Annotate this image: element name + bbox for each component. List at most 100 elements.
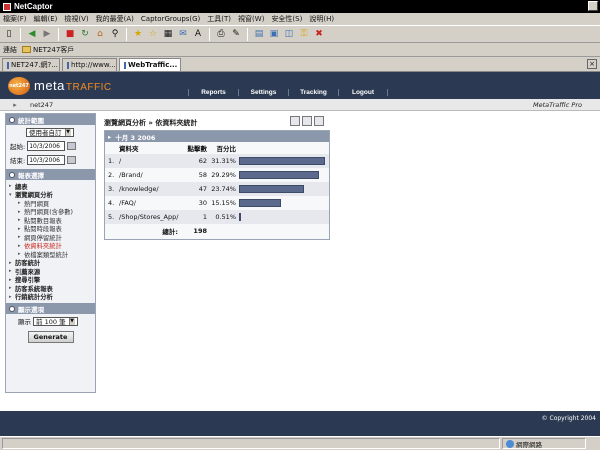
tab-net247[interactable]: NET247.網?... [2,58,60,71]
nav-reports[interactable]: Reports [188,89,238,96]
site-logo: metaTRAFFIC [34,78,112,93]
links-folder[interactable]: NET247客戶 [22,45,74,55]
home-icon[interactable]: ⌂ [94,27,106,41]
row-percent: 29.29% [211,171,236,179]
new-page-icon[interactable]: ▯ [3,27,15,41]
edit-icon[interactable]: ✎ [230,27,242,41]
forward-icon[interactable]: ▶ [41,27,53,41]
window-control-button[interactable] [588,1,598,11]
menu-security[interactable]: 安全性(S) [271,14,302,24]
tree-item-time-period[interactable]: ▸ 點閱時段報表 [6,225,95,234]
lock-icon[interactable]: ⚿ [298,27,310,41]
row-folder[interactable]: /knowledge/ [119,185,181,193]
product-name: MetaTraffic Pro [533,100,582,109]
font-size-icon[interactable]: A [192,27,204,41]
section-bullet-icon [9,171,15,178]
favorites-icon[interactable]: ★ [132,27,144,41]
tree-item-visitors[interactable]: ▸ 訪客統計 [6,259,95,268]
folder-icon [22,46,31,53]
copyright-text: © Copyright 2004 [541,415,596,422]
export-pdf-icon[interactable] [302,116,312,126]
page-icon[interactable]: ▤ [253,27,265,41]
tree-item-summary[interactable]: ▸ 總表 [6,182,95,191]
col-hits-header: 點擊數 [187,145,208,153]
tree-item-search-engines[interactable]: ▸ 搜尋引擎 [6,276,95,285]
row-folder[interactable]: /Brand/ [119,171,181,179]
tree-item-popular-pages-params[interactable]: ▸ 熱門網頁(含參數) [6,208,95,217]
menu-captorgroups[interactable]: CaptorGroups(G) [141,15,200,23]
menu-help[interactable]: 說明(H) [309,14,334,24]
stop-icon[interactable]: ■ [64,27,76,41]
row-bar-cell [239,213,329,221]
back-icon[interactable]: ◀ [26,27,38,41]
window-icon[interactable]: ◫ [283,27,295,41]
tab-http[interactable]: http://www.... [62,58,117,71]
app-icon [3,2,11,11]
export-excel-icon[interactable] [290,116,300,126]
search-icon[interactable]: ⚲ [109,27,121,41]
row-folder[interactable]: /FAQ/ [119,199,181,207]
table-row: 5. /Shop/Stores_App/1 0.51% [105,210,329,224]
generate-button[interactable]: Generate [27,331,74,343]
nav-settings[interactable]: Settings [238,89,288,96]
menu-edit[interactable]: 編輯(E) [34,14,58,24]
tree-item-marketing[interactable]: ▸ 行銷統計分析 [6,293,95,302]
arrow-icon: ▸ [108,132,112,141]
row-rank: 1. [108,157,115,165]
range-select[interactable]: 使用者自訂 ▼ [26,127,74,137]
calendar-icon[interactable] [67,156,77,164]
print-report-icon[interactable] [314,116,324,126]
end-date-input[interactable]: 10/3/2006 [27,155,66,165]
tab-close-icon[interactable]: × [587,59,597,69]
tree-item-page-analysis[interactable]: ▾ 瀏覽網頁分析 [6,191,95,200]
page-icon [7,61,9,69]
page-icon [124,61,126,69]
layout-icon[interactable]: ▣ [268,27,280,41]
history-icon[interactable]: ▦ [162,27,174,41]
nav-tracking[interactable]: Tracking [288,89,338,96]
tree-item-visitor-systems[interactable]: ▸ 訪客系統報表 [6,284,95,293]
nav-logout[interactable]: Logout [338,89,388,96]
current-user: net247 [30,100,54,109]
row-folder[interactable]: /Shop/Stores_App/ [119,213,181,221]
tree-item-page-stay[interactable]: ▸ 網頁停留統計 [6,233,95,242]
menu-view[interactable]: 檢視(V) [64,14,88,24]
refresh-icon[interactable]: ↻ [79,27,91,41]
report-select-title: 報表選擇 [18,171,44,180]
links-label: 連結 [3,45,17,54]
tree-item-by-folder[interactable]: ▸ 依資料夾統計 [6,242,95,251]
row-folder[interactable]: / [119,157,181,165]
mail-icon[interactable]: ✉ [177,27,189,41]
add-favorite-icon[interactable]: ☆ [147,27,159,41]
start-date-input[interactable]: 10/3/2006 [27,141,66,151]
show-count-value: 前 100 筆 [36,318,66,326]
row-rank: 2. [108,171,115,179]
chevron-down-icon: ▼ [64,128,71,136]
row-hits: 30 [198,199,207,207]
menu-file[interactable]: 檔案(F) [3,14,27,24]
row-percent: 15.15% [211,199,236,207]
calendar-icon[interactable] [67,142,77,150]
tree-item-referrers[interactable]: ▸ 引薦來源 [6,267,95,276]
row-rank: 5. [108,213,115,221]
row-bar-cell [239,171,329,179]
range-select-value: 使用者自訂 [29,129,62,137]
logo-text-traffic: TRAFFIC [65,82,112,93]
date-range-title: 統計範圍 [18,116,44,125]
range-row: 使用者自訂 ▼ [6,125,95,139]
tab-webtraffic[interactable]: WebTraffic... [119,58,181,71]
tree-item-hit-count[interactable]: ▸ 點閱數目報表 [6,216,95,225]
menu-window[interactable]: 視窗(W) [238,14,264,24]
tree-item-by-file-type[interactable]: ▸ 依檔案類型統計 [6,250,95,259]
menu-favorites[interactable]: 我的最愛(A) [96,14,134,24]
col-pct-header: 百分比 [216,145,237,153]
show-count-select[interactable]: 前 100 筆 ▼ [33,316,78,326]
menu-tools[interactable]: 工具(T) [207,14,231,24]
total-value: 198 [193,227,207,235]
print-icon[interactable]: ⎙ [215,27,227,41]
collapse-arrow-icon[interactable]: ▸ [0,99,30,111]
row-bar [239,185,304,193]
tree-item-popular-pages[interactable]: ▸ 熱門網頁 [6,199,95,208]
close-icon[interactable]: ✖ [313,27,325,41]
row-hits: 58 [198,171,207,179]
